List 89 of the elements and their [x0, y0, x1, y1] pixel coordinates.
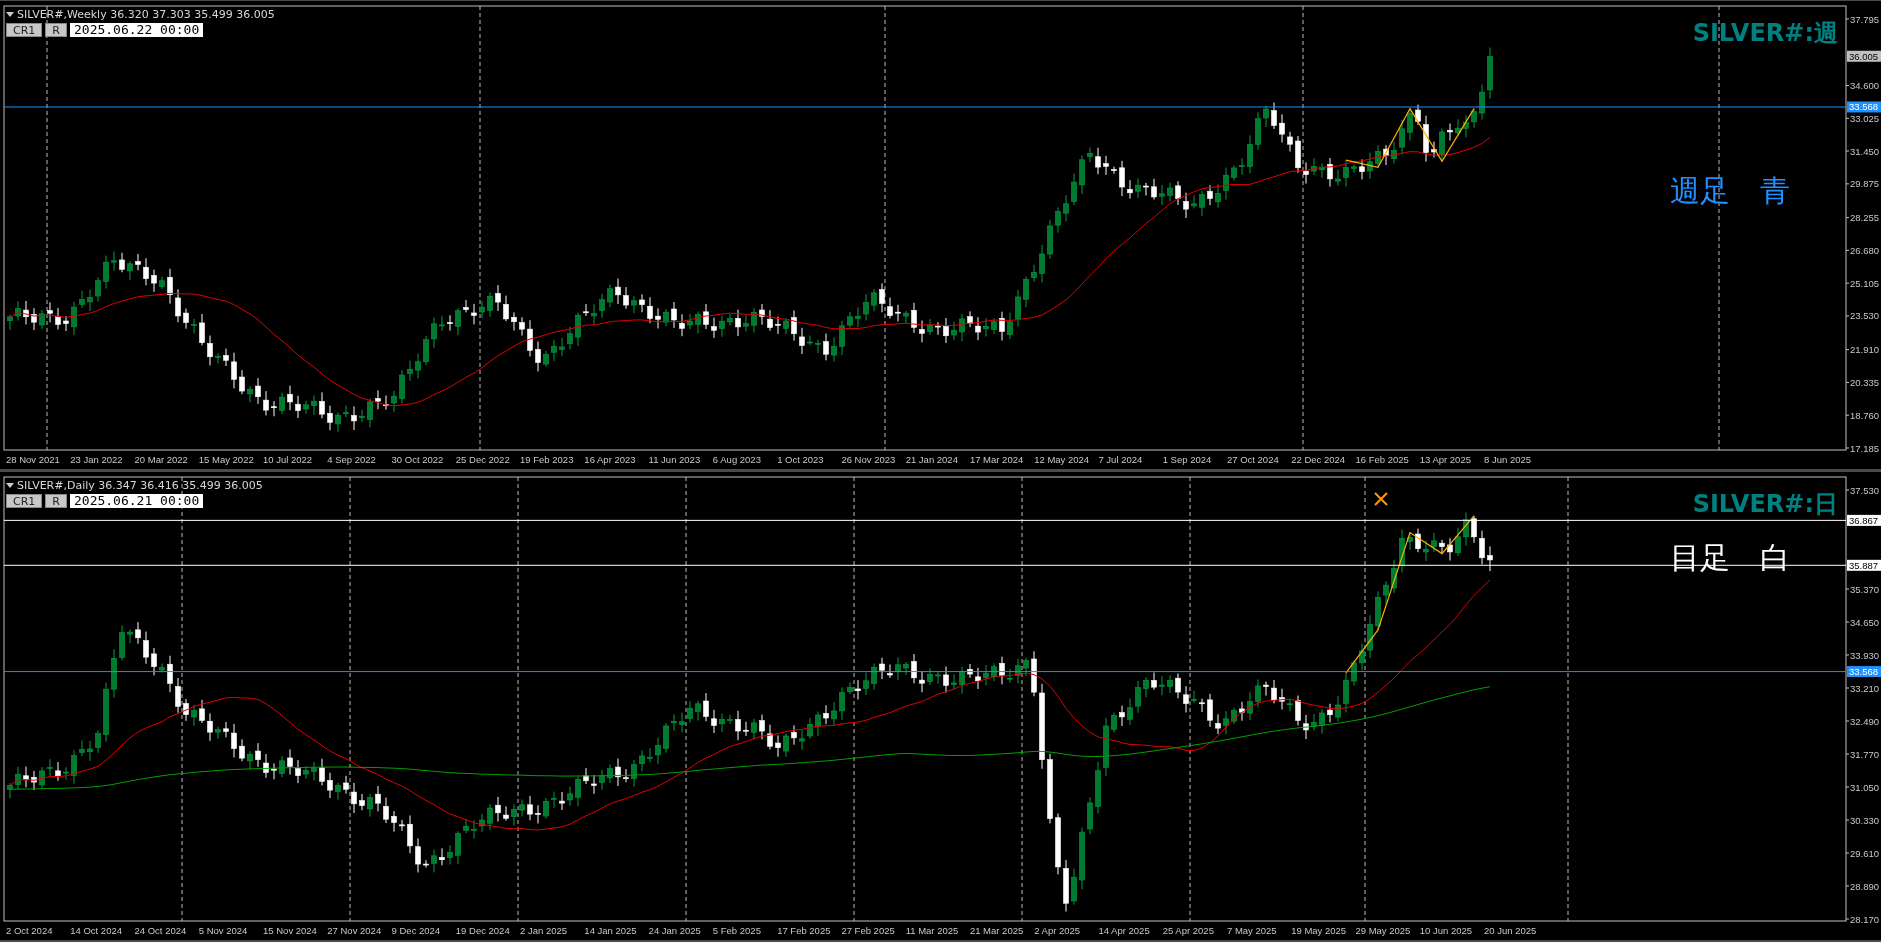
date-label: 6 Aug 2023 — [712, 454, 761, 465]
date-label: 2 Apr 2025 — [1034, 925, 1081, 936]
date-label: 2 Oct 2024 — [6, 925, 53, 936]
date-label: 21 Jan 2024 — [905, 454, 958, 465]
date-label: 27 Oct 2024 — [1226, 454, 1279, 465]
date-label: 10 Jun 2025 — [1419, 925, 1473, 936]
date-label: 8 Jun 2025 — [1484, 454, 1531, 465]
date-label: 1 Sep 2024 — [1162, 454, 1212, 465]
price-tick: 26.680 — [1850, 244, 1880, 256]
date-label: 19 Dec 2024 — [455, 925, 510, 936]
date-label: 27 Feb 2025 — [841, 925, 895, 936]
date-label: 14 Oct 2024 — [70, 925, 123, 936]
symbol-title: SILVER#:日 — [1692, 490, 1838, 518]
date-label: 7 Jul 2024 — [1098, 454, 1143, 465]
date-label: 23 Jan 2022 — [70, 454, 123, 465]
date-label: 22 Dec 2024 — [1291, 454, 1346, 465]
date-label: 7 May 2025 — [1226, 925, 1277, 936]
price-tick: 31.050 — [1850, 781, 1880, 793]
chart-button[interactable]: R — [45, 494, 67, 508]
date-label: 25 Dec 2022 — [455, 454, 510, 465]
price-label: 36.005 — [1847, 50, 1881, 62]
date-label: 25 Apr 2025 — [1162, 925, 1214, 936]
price-label: 33.568 — [1847, 101, 1881, 113]
date-label: 13 Apr 2025 — [1419, 454, 1471, 465]
price-label: 36.867 — [1847, 514, 1881, 526]
price-tick: 28.255 — [1850, 212, 1880, 224]
date-label: 17 Feb 2025 — [777, 925, 831, 936]
date-label: 14 Jan 2025 — [584, 925, 637, 936]
price-tick: 30.330 — [1850, 814, 1880, 826]
date-label: 5 Nov 2024 — [198, 925, 248, 936]
date-label: 24 Jan 2025 — [648, 925, 701, 936]
price-tick: 28.170 — [1850, 913, 1880, 925]
date-label: 29 May 2025 — [1355, 925, 1411, 936]
date-label: 14 Apr 2025 — [1098, 925, 1150, 936]
chart-button[interactable]: R — [45, 23, 67, 37]
date-label: 30 Oct 2022 — [391, 454, 444, 465]
price-tick: 17.185 — [1850, 442, 1880, 454]
date-label: 19 May 2025 — [1291, 925, 1347, 936]
chart-button[interactable]: CR1 — [6, 23, 43, 37]
chart-info-text: SILVER#,Daily 36.347 36.416 35.499 36.005 — [17, 479, 263, 492]
chart-info-text: SILVER#,Weekly 36.320 37.303 35.499 36.005 — [17, 8, 275, 21]
chart-button[interactable]: CR1 — [6, 494, 43, 508]
date-label: 16 Apr 2023 — [584, 454, 636, 465]
price-tick: 28.890 — [1850, 880, 1880, 892]
price-tick: 31.770 — [1850, 748, 1880, 760]
price-tick: 29.875 — [1850, 178, 1880, 190]
price-tick: 29.610 — [1850, 847, 1880, 859]
date-field[interactable]: 2025.06.22 00:00 — [70, 23, 204, 37]
price-tick: 34.600 — [1850, 80, 1880, 91]
price-tick: 33.930 — [1850, 649, 1880, 661]
date-label: 11 Mar 2025 — [905, 925, 959, 936]
price-tick: 32.490 — [1850, 715, 1880, 727]
date-label: 20 Mar 2022 — [134, 454, 188, 465]
date-label: 9 Dec 2024 — [391, 925, 441, 936]
date-label: 16 Feb 2025 — [1355, 454, 1409, 465]
price-label: 33.568 — [1847, 666, 1881, 678]
price-label: 35.887 — [1847, 559, 1881, 571]
date-label: 21 Mar 2025 — [969, 925, 1024, 936]
date-label: 5 Feb 2025 — [712, 925, 761, 936]
date-field[interactable]: 2025.06.21 00:00 — [70, 494, 204, 508]
price-tick: 37.795 — [1850, 13, 1880, 25]
price-tick: 21.910 — [1850, 344, 1880, 356]
price-tick: 33.210 — [1850, 682, 1880, 694]
date-label: 27 Nov 2024 — [327, 925, 382, 936]
price-tick: 31.450 — [1850, 145, 1880, 157]
price-tick: 37.530 — [1850, 484, 1880, 496]
date-label: 4 Sep 2022 — [327, 454, 376, 465]
date-label: 15 Nov 2024 — [263, 925, 317, 936]
date-label: 11 Jun 2023 — [648, 454, 701, 465]
date-label: 19 Feb 2023 — [520, 454, 574, 465]
date-label: 2 Jan 2025 — [520, 925, 568, 936]
price-tick: 25.105 — [1850, 277, 1880, 289]
date-label: 10 Jul 2022 — [263, 454, 313, 465]
date-label: 12 May 2024 — [1034, 454, 1090, 465]
date-label: 17 Mar 2024 — [969, 454, 1024, 465]
date-label: 20 Jun 2025 — [1484, 925, 1537, 936]
date-label: 26 Nov 2023 — [841, 454, 896, 465]
price-tick: 20.335 — [1850, 376, 1880, 388]
price-tick: 35.370 — [1850, 583, 1880, 595]
date-label: 15 May 2022 — [198, 454, 254, 465]
date-label: 24 Oct 2024 — [134, 925, 187, 936]
date-label: 1 Oct 2023 — [777, 454, 824, 465]
price-tick: 34.650 — [1850, 616, 1880, 628]
price-tick: 18.760 — [1850, 409, 1880, 421]
price-tick: 23.530 — [1850, 310, 1880, 322]
price-tick: 33.025 — [1850, 112, 1880, 124]
note-text: 週足 青 — [1670, 173, 1790, 208]
symbol-title: SILVER#:週 — [1692, 19, 1838, 47]
date-label: 28 Nov 2021 — [6, 454, 60, 465]
